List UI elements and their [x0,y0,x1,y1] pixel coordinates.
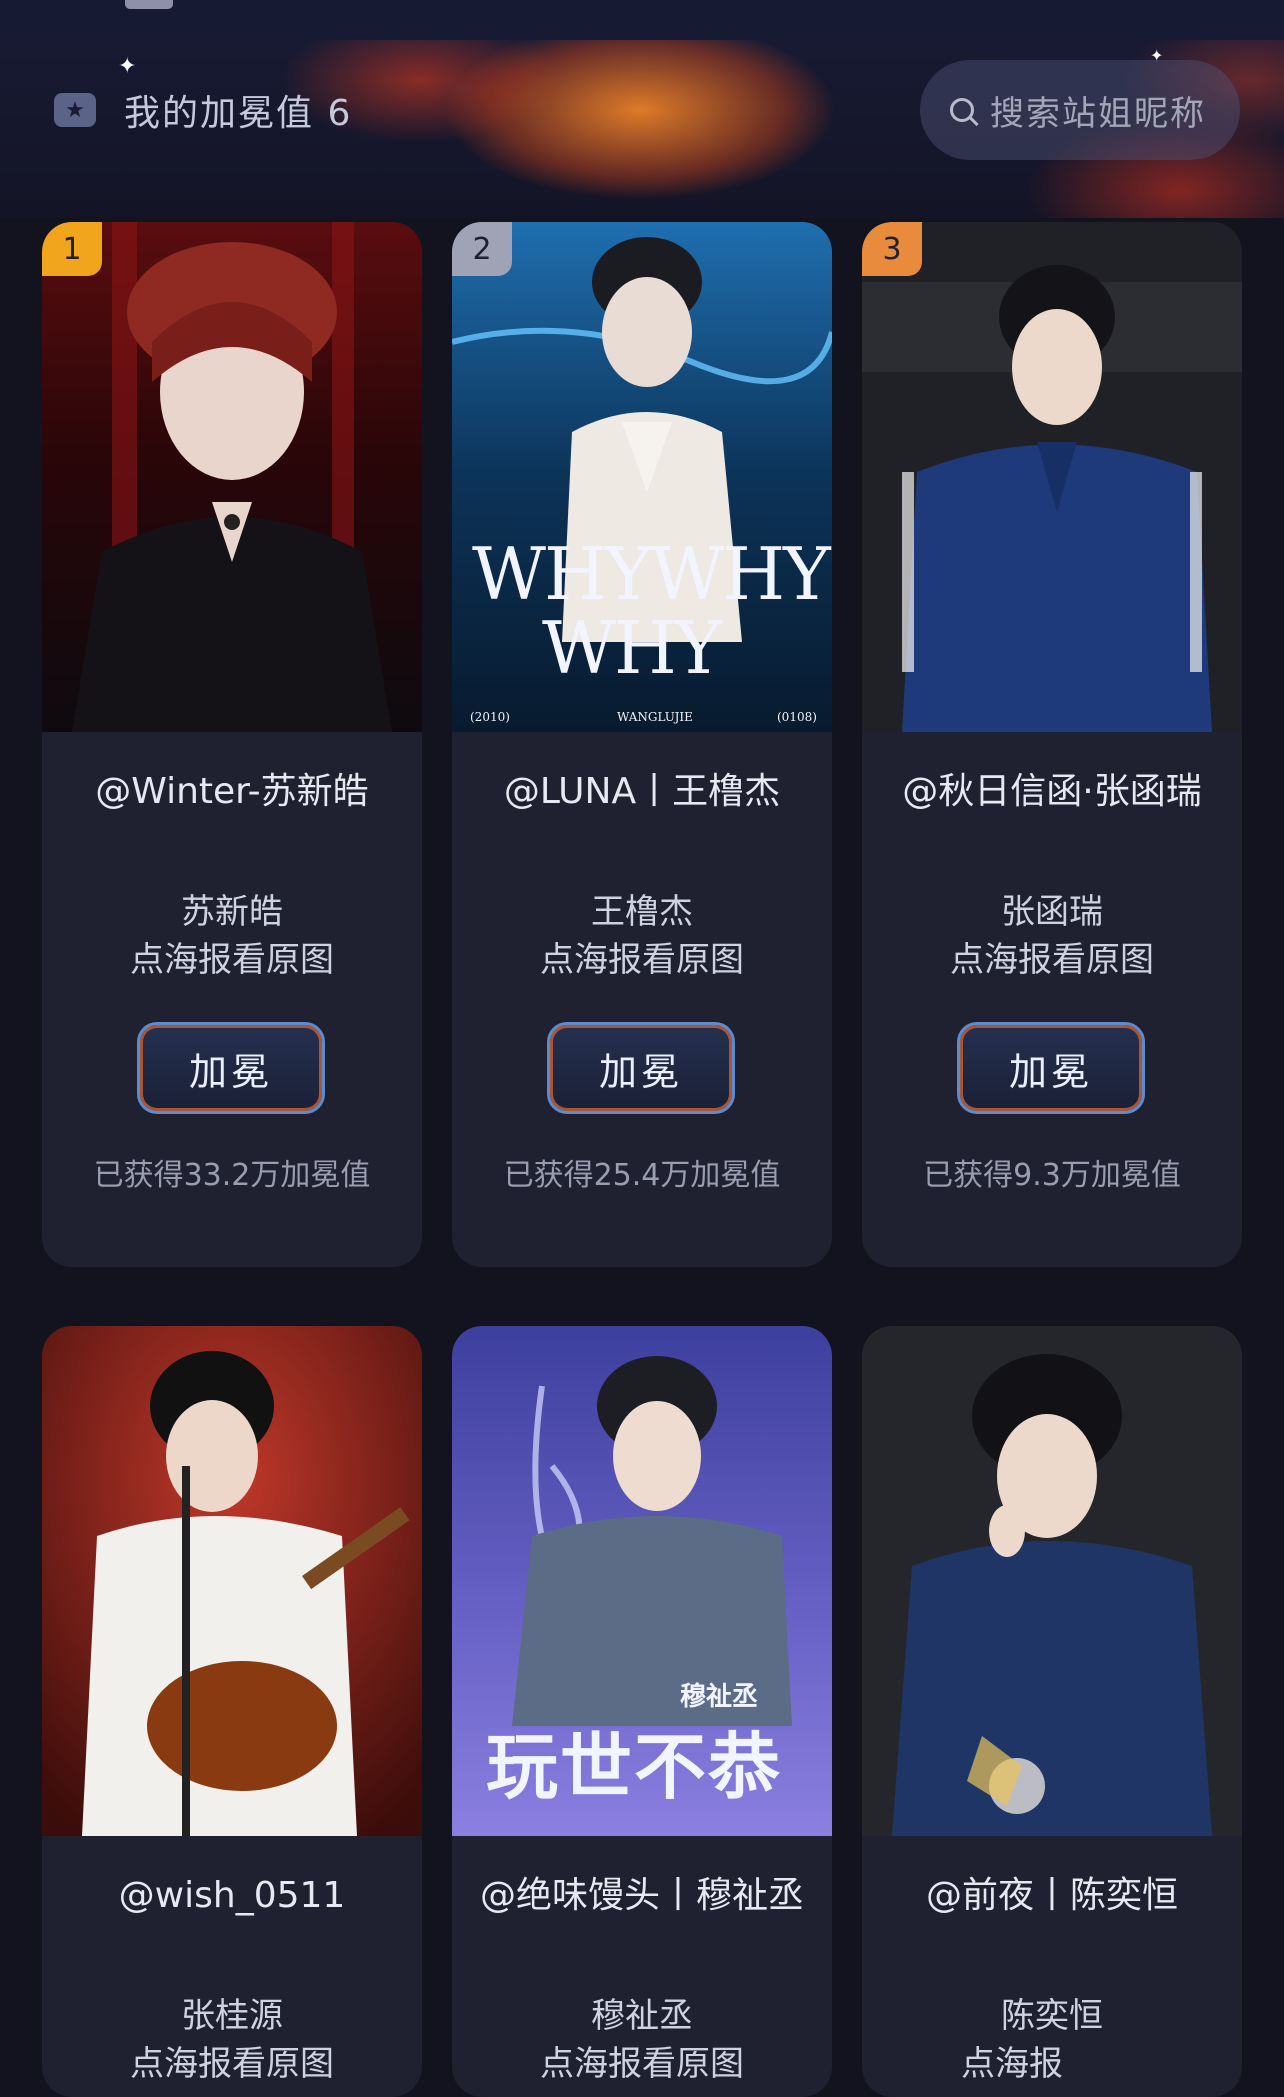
my-value-row[interactable]: ★ 我的加冕值 6 [54,84,352,136]
rank-badge: 2 [452,222,512,276]
crown-button[interactable]: 加冕 [137,1022,325,1114]
my-value-label: 我的加冕值 6 [124,93,353,134]
station-nickname: @LUNA丨王橹杰 [503,771,781,812]
crown-button[interactable]: 加冕 [957,1022,1145,1114]
artist-name: 王橹杰 [591,892,693,932]
view-original-hint[interactable]: 点海报看原图 [862,936,1242,984]
top-strip [0,0,1284,40]
sparkle-icon: ✦ [118,54,137,79]
view-original-hint[interactable]: 点海报看原图 [452,936,832,984]
view-original-hint[interactable]: 点海报看原图 [42,936,422,984]
poster-title-line1: WHYWHY [472,532,831,616]
artist-name: 陈奕恒 [1001,1996,1103,2036]
poster-title-line2: WHY [542,606,722,690]
search-bar[interactable]: 搜索站姐昵称 [920,60,1240,160]
station-nickname: @Winter-苏新皓 [95,771,369,812]
earned-value: 已获得25.4万加冕值 [503,1158,781,1193]
station-card[interactable]: 1 @Winter-苏新皓 苏新皓 点海报看原图 加冕 已获得33.2万加冕值 [42,222,422,1267]
earned-value: 已获得33.2万加冕值 [93,1158,371,1193]
poster-image[interactable] [862,1326,1242,1836]
artist-name: 苏新皓 [181,892,283,932]
poster-image[interactable] [42,222,422,732]
search-placeholder: 搜索站姐昵称 [990,93,1206,134]
artist-name: 张桂源 [181,1996,283,2036]
station-card[interactable]: @wish_0511 张桂源 点海报看原图 [42,1326,422,2097]
earned-value: 已获得9.3万加冕值 [923,1158,1181,1193]
poster-image[interactable] [42,1326,422,1836]
artist-name: 张函瑞 [1001,892,1103,932]
poster-image[interactable] [862,222,1242,732]
search-icon [950,98,974,122]
view-original-hint[interactable]: 点海报 [862,2040,1202,2088]
station-card[interactable]: 3 @秋日信函·张函瑞 张函瑞 点海报看原图 加冕 已获得9.3万加冕值 [862,222,1242,1267]
drag-handle[interactable] [125,0,173,9]
poster-bottom-right: (0108) [777,710,817,724]
poster-bottom-center: WANGLUJIE [617,710,693,724]
rank-badge: 1 [42,222,102,276]
rank-badge: 3 [862,222,922,276]
poster-title: 玩世不恭 [486,1725,783,1809]
star-box-icon: ★ [54,93,96,127]
station-card[interactable]: 穆祉丞 玩世不恭 @绝味馒头丨穆祉丞 穆祉丞 点海报看原图 [452,1326,832,2097]
crown-button[interactable]: 加冕 [547,1022,735,1114]
station-card[interactable]: WHYWHY WHY (2010) WANGLUJIE (0108) 2 @LU… [452,222,832,1267]
artist-name: 穆祉丞 [591,1996,693,2036]
view-original-hint[interactable]: 点海报看原图 [42,2040,422,2088]
station-nickname: @秋日信函·张函瑞 [902,771,1202,812]
station-card[interactable]: @前夜丨陈奕恒 陈奕恒 点海报 [862,1326,1242,2097]
station-nickname: @绝味馒头丨穆祉丞 [479,1875,804,1916]
poster-bottom-left: (2010) [470,710,510,724]
station-nickname: @wish_0511 [118,1875,346,1916]
view-original-hint[interactable]: 点海报看原图 [452,2040,832,2088]
station-nickname: @前夜丨陈奕恒 [925,1875,1178,1916]
